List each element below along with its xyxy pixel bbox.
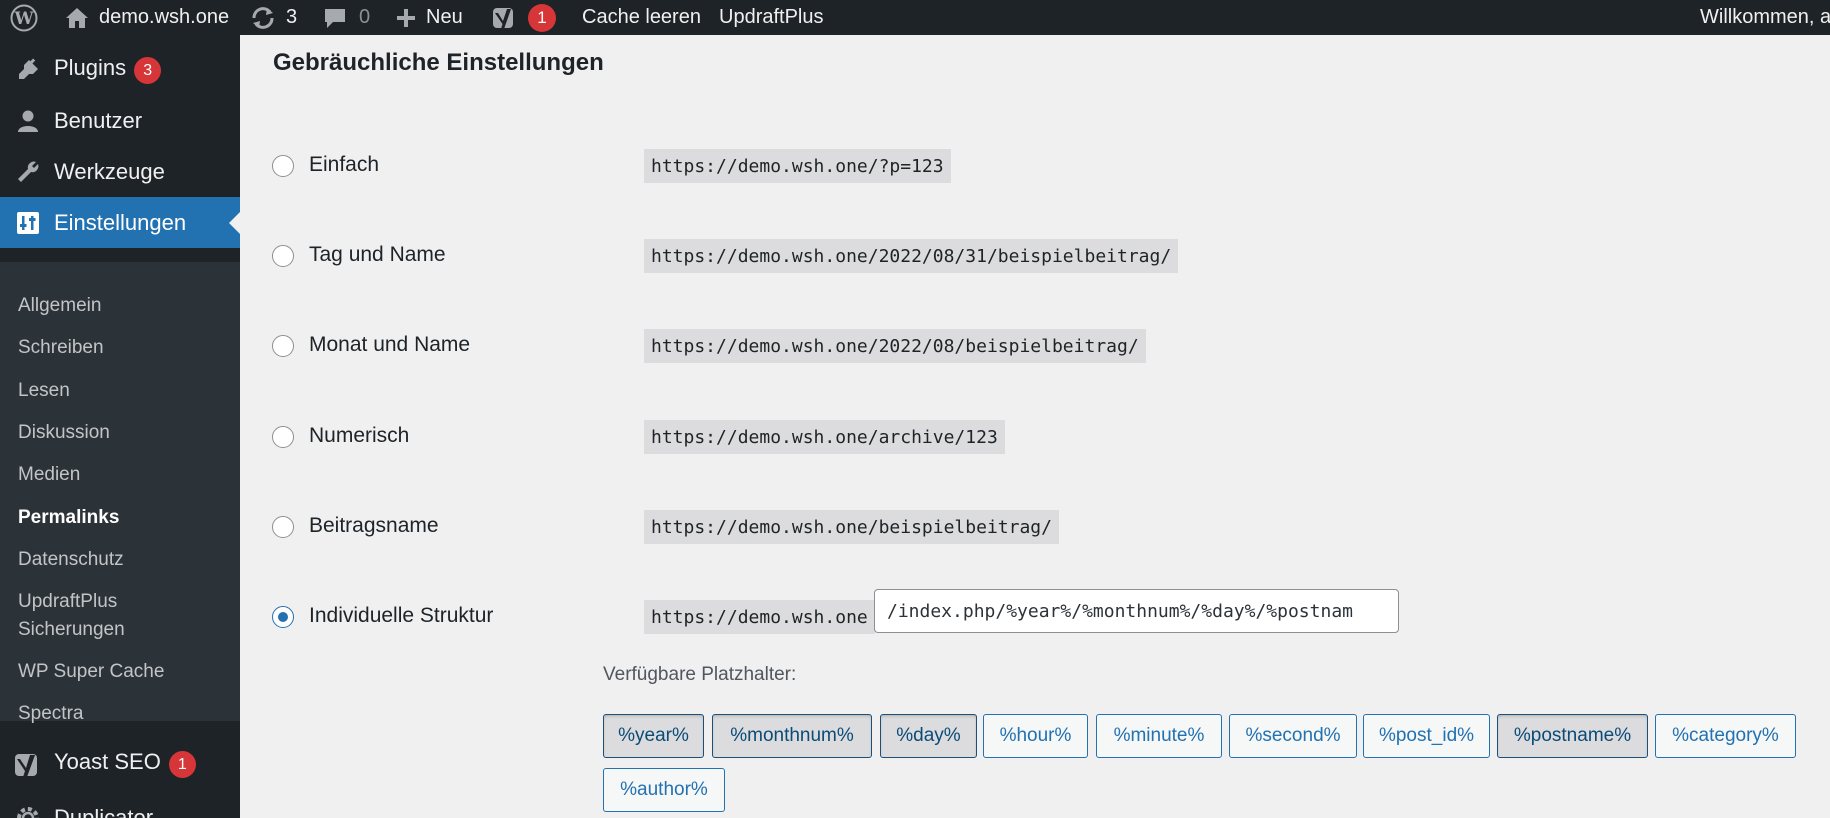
submenu-wp-super-cache[interactable]: WP Super Cache <box>18 658 164 686</box>
site-name-link[interactable]: demo.wsh.one <box>65 0 229 35</box>
admin-sidebar: Plugins 3 Benutzer Werkzeuge Einstellunge… <box>0 35 240 818</box>
permalink-option-numerisch: Numerisch https://demo.wsh.one/archive/1… <box>272 418 1812 458</box>
tag-author[interactable]: %author% <box>603 768 725 812</box>
permalink-option-tag-und-name: Tag und Name https://demo.wsh.one/2022/0… <box>272 237 1812 277</box>
home-icon <box>65 7 89 29</box>
cache-clear-link[interactable]: Cache leeren <box>582 0 701 35</box>
tag-second[interactable]: %second% <box>1229 714 1357 758</box>
submenu-diskussion[interactable]: Diskussion <box>18 419 110 447</box>
site-name: demo.wsh.one <box>99 6 230 28</box>
comments-link[interactable]: 0 <box>323 0 370 35</box>
option-label-tag-und-name[interactable]: Tag und Name <box>309 243 446 267</box>
menu-users-label: Benutzer <box>54 107 143 133</box>
option-label-einfach[interactable]: Einfach <box>309 153 379 177</box>
yoast-adminbar-link[interactable]: 1 <box>492 0 556 35</box>
permalink-option-individuell: Individuelle Struktur https://demo.wsh.o… <box>272 589 1812 638</box>
comments-count: 0 <box>359 6 371 28</box>
new-content-link[interactable]: Neu <box>396 0 463 35</box>
submenu-schreiben[interactable]: Schreiben <box>18 334 104 362</box>
menu-tools[interactable]: Werkzeuge <box>0 146 240 197</box>
plus-icon <box>396 8 416 28</box>
example-url-tag-und-name: https://demo.wsh.one/2022/08/31/beispiel… <box>644 239 1179 273</box>
tag-postname[interactable]: %postname% <box>1497 714 1648 758</box>
submenu-datenschutz[interactable]: Datenschutz <box>18 546 124 574</box>
updates-link[interactable]: 3 <box>250 0 297 35</box>
submenu-updraftplus-line2: Sicherungen <box>18 619 125 640</box>
comment-icon <box>323 7 347 29</box>
updates-icon <box>250 6 276 30</box>
menu-duplicator[interactable]: Duplicator <box>0 792 240 818</box>
submenu-updraftplus-line1: UpdraftPlus <box>18 591 118 612</box>
option-label-beitragsname[interactable]: Beitragsname <box>309 514 439 538</box>
menu-yoast-label: Yoast SEO <box>54 748 161 774</box>
settings-submenu: Allgemein Schreiben Lesen Diskussion Med… <box>0 262 240 724</box>
radio-individuelle-struktur[interactable] <box>272 606 294 628</box>
tag-year[interactable]: %year% <box>603 714 704 758</box>
custom-structure-input[interactable]: /index.php/%year%/%monthnum%/%day%/%post… <box>874 589 1399 633</box>
yoast-menu-badge: 1 <box>168 751 196 779</box>
tag-monthnum[interactable]: %monthnum% <box>712 714 872 758</box>
yoast-notification-badge: 1 <box>528 3 556 32</box>
submenu-medien[interactable]: Medien <box>18 461 80 489</box>
new-label: Neu <box>426 6 463 28</box>
wrench-icon <box>14 158 42 186</box>
main-content: Gebräuchliche Einstellungen Einfach http… <box>240 35 1830 818</box>
menu-plugins-label: Plugins <box>54 54 127 80</box>
submenu-lesen[interactable]: Lesen <box>18 377 70 405</box>
menu-settings-label: Einstellungen <box>54 209 187 235</box>
permalink-option-beitragsname: Beitragsname https://demo.wsh.one/beispi… <box>272 508 1812 548</box>
svg-text:W: W <box>13 9 34 29</box>
radio-beitragsname[interactable] <box>272 516 294 538</box>
menu-yoast-seo[interactable]: Yoast SEO 1 <box>0 738 240 789</box>
settings-sliders-icon <box>14 209 42 237</box>
menu-tools-label: Werkzeuge <box>54 158 165 184</box>
updraftplus-link[interactable]: UpdraftPlus <box>719 0 824 35</box>
menu-duplicator-label: Duplicator <box>54 804 154 818</box>
welcome-account-link[interactable]: Willkommen, a <box>1700 0 1830 35</box>
admin-bar: W demo.wsh.one 3 0 Neu 1 Cache leeren Up… <box>0 0 1830 35</box>
plugins-update-badge: 3 <box>134 57 162 85</box>
radio-einfach[interactable] <box>272 155 294 177</box>
menu-settings[interactable]: Einstellungen <box>0 197 240 248</box>
submenu-permalinks[interactable]: Permalinks <box>18 504 119 532</box>
radio-numerisch[interactable] <box>272 426 294 448</box>
radio-monat-und-name[interactable] <box>272 335 294 357</box>
example-url-monat-und-name: https://demo.wsh.one/2022/08/beispielbei… <box>644 329 1146 363</box>
example-url-beitragsname: https://demo.wsh.one/beispielbeitrag/ <box>644 510 1059 544</box>
example-url-einfach: https://demo.wsh.one/?p=123 <box>644 149 951 183</box>
submenu-allgemein[interactable]: Allgemein <box>18 292 101 320</box>
option-label-individuelle-struktur[interactable]: Individuelle Struktur <box>309 604 493 628</box>
tag-hour[interactable]: %hour% <box>983 714 1088 758</box>
example-url-numerisch: https://demo.wsh.one/archive/123 <box>644 420 1005 454</box>
tag-category[interactable]: %category% <box>1655 714 1796 758</box>
permalink-option-monat-und-name: Monat und Name https://demo.wsh.one/2022… <box>272 327 1812 367</box>
option-label-numerisch[interactable]: Numerisch <box>309 424 409 448</box>
wordpress-logo-icon[interactable]: W <box>10 0 38 35</box>
radio-tag-und-name[interactable] <box>272 245 294 267</box>
permalink-option-einfach: Einfach https://demo.wsh.one/?p=123 <box>272 147 1812 187</box>
updates-count: 3 <box>286 6 298 28</box>
yoast-icon <box>14 750 42 778</box>
user-icon <box>14 107 42 135</box>
option-label-monat-und-name[interactable]: Monat und Name <box>309 333 470 357</box>
tag-post-id[interactable]: %post_id% <box>1363 714 1490 758</box>
submenu-updraftplus[interactable]: UpdraftPlus Sicherungen <box>18 588 125 644</box>
custom-structure-prefix: https://demo.wsh.one <box>644 600 875 634</box>
menu-users[interactable]: Benutzer <box>0 95 240 146</box>
tag-minute[interactable]: %minute% <box>1096 714 1222 758</box>
section-title: Gebräuchliche Einstellungen <box>273 49 604 76</box>
plugin-icon <box>14 56 42 84</box>
submenu-spectra[interactable]: Spectra <box>18 700 83 728</box>
available-tags-label: Verfügbare Platzhalter: <box>603 664 797 685</box>
yoast-icon <box>492 5 518 31</box>
gear-icon <box>14 804 42 818</box>
tag-day[interactable]: %day% <box>880 714 977 758</box>
menu-plugins[interactable]: Plugins 3 <box>0 44 240 95</box>
